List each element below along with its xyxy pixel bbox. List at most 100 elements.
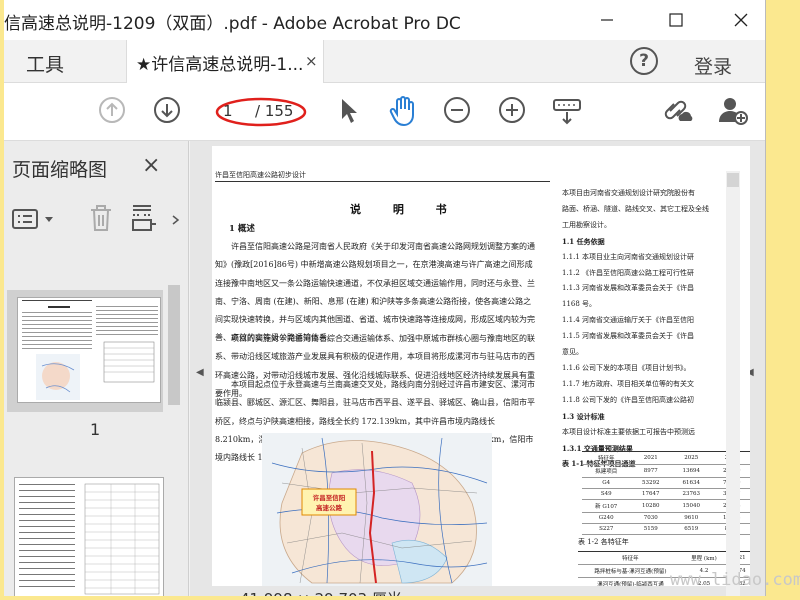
table-cell: 8977 <box>630 464 671 478</box>
acrobat-window: 信高速总说明-1209（双面）.pdf - Adobe Acrobat Pro … <box>4 0 766 596</box>
document-heading: 说 明 书 <box>350 203 461 216</box>
thumbnail-preview <box>22 300 158 400</box>
keyboard-scroll-icon[interactable] <box>552 97 582 127</box>
table-1: 特征年202120252030拟建项目89771369421529G453292… <box>582 451 750 535</box>
sidebar-close-button[interactable]: × <box>142 153 160 178</box>
minimize-button[interactable] <box>583 0 629 40</box>
thumbnail-page-2[interactable] <box>14 477 164 596</box>
right-column-line: 意见。 <box>562 348 583 357</box>
annotation-ellipse <box>215 97 307 127</box>
right-column-line: 1.1.3 河南省发展和改革委员会关于《许昌 <box>562 284 695 293</box>
window-title: 信高速总说明-1209（双面）.pdf - Adobe Acrobat Pro … <box>4 14 461 34</box>
table-header-cell: 里程 (km) <box>682 551 726 565</box>
table-header-row: 特征年里程 (km)2021 <box>578 551 750 565</box>
table-cell: G240 <box>582 512 631 524</box>
insert-pages-icon[interactable] <box>130 203 158 233</box>
section-heading: 1 概述 <box>229 224 255 234</box>
document-scroll-thumb[interactable] <box>727 173 739 187</box>
right-column-line: 路面、桥涵、隧道、路线交叉、其它工程及全线 <box>562 204 709 213</box>
table-cell: G4 <box>582 477 631 489</box>
table-cell: 10280 <box>630 499 671 513</box>
table-2-caption: 表 1-2 各特征年 <box>578 538 629 546</box>
page-dimensions: 41.998 × 29.703 厘米 <box>240 588 402 596</box>
pdf-page: 许昌至信阳高速公路初步设计 说 明 书 1 概述 许昌至信阳高速公路是河南省人民… <box>212 146 750 586</box>
table-cell: 拟建项目 <box>582 464 631 478</box>
sidebar-more-icon[interactable] <box>172 215 180 225</box>
previous-page-icon[interactable] <box>97 95 127 125</box>
table-header-cell: 特征年 <box>582 451 631 465</box>
next-page-icon[interactable] <box>152 95 182 125</box>
trash-icon[interactable] <box>88 203 114 233</box>
thumbnail-preview <box>19 483 160 595</box>
right-column-line: 1.1.8 公司下发的《许昌至信阳高速公路初 <box>562 395 695 404</box>
zoom-in-icon[interactable] <box>497 95 527 125</box>
page-header: 许昌至信阳高速公路初步设计 <box>215 171 306 179</box>
document-scrollbar[interactable] <box>726 171 740 596</box>
table-cell: 7030 <box>630 512 671 524</box>
table-cell: 15040 <box>670 499 712 513</box>
thumbnail-options-icon[interactable] <box>12 207 58 231</box>
close-icon <box>734 13 748 27</box>
table-header-cell: 特征年 <box>578 551 683 565</box>
table-row: S49176472376332357 <box>582 488 750 500</box>
route-map: 许昌至信阳 高速公路 <box>262 433 492 586</box>
map-route-label: 许昌至信阳 <box>313 493 346 502</box>
right-column-line: 1.1.6 公司下发的本项目《项目计划书》。 <box>562 363 691 372</box>
right-column-line: 1168 号。 <box>562 300 597 309</box>
right-column-line: 本项目由河南省交通规划设计研究院股份有 <box>562 189 695 197</box>
right-column-line: 1.1.5 河南省发展和改革委员会关于《许昌 <box>562 332 695 341</box>
table-row: 拟建项目89771369421529 <box>582 464 750 478</box>
link-cloud-icon[interactable] <box>660 95 694 127</box>
tab-close-button[interactable]: × <box>305 52 318 70</box>
thumbnail-selection[interactable] <box>7 290 163 412</box>
table-cell: 23763 <box>670 488 712 500</box>
header-divider <box>215 181 550 182</box>
watermark: www.lidao.com <box>670 570 800 590</box>
maximize-button[interactable] <box>652 0 698 40</box>
table-cell: 5159 <box>630 523 671 535</box>
table-cell: S49 <box>582 488 631 500</box>
page-thumbnails-panel: 页面缩略图 × 1 <box>4 141 189 596</box>
sidebar-scroll-thumb[interactable] <box>168 285 180 405</box>
table-cell: 路拌桩标与基-漯河互通(预留) <box>578 564 683 578</box>
table-cell: 17647 <box>630 488 671 500</box>
main-toolbar: 1 / 155 <box>4 83 765 141</box>
table-cell: 61634 <box>670 477 712 489</box>
sidebar-toolbar <box>4 199 188 239</box>
right-column-line: 本项目设计标准主要依据工可报告中预测远 <box>562 427 695 436</box>
table-cell: 13694 <box>670 464 712 478</box>
tab-tools[interactable]: 工具 <box>4 40 112 83</box>
right-column: 本项目由河南省交通规划设计研究院股份有路面、桥涵、隧道、路线交叉、其它工程及全线… <box>562 186 750 472</box>
login-button[interactable]: 登录 <box>694 52 732 79</box>
title-bar: 信高速总说明-1209（双面）.pdf - Adobe Acrobat Pro … <box>4 0 765 40</box>
sidebar-scrollbar[interactable] <box>167 271 181 596</box>
hand-tool-icon[interactable] <box>388 95 418 127</box>
sidebar-title: 页面缩略图 <box>12 159 108 181</box>
table-row: G2407030961013233 <box>582 512 750 524</box>
table-row: G4532926163471569 <box>582 477 750 489</box>
add-user-icon[interactable] <box>717 95 751 127</box>
zoom-out-icon[interactable] <box>442 95 472 125</box>
table-row: 新 G107102801504023314 <box>582 499 750 513</box>
table-header-cell: 2021 <box>630 451 671 465</box>
help-button[interactable]: ? <box>630 47 658 75</box>
table-cell: 漯河互通(预留)-临颍西互通 <box>578 577 683 586</box>
table-header-cell: 2025 <box>670 451 712 465</box>
document-view: ◀ ◀ 许昌至信阳高速公路初步设计 说 明 书 1 概述 许昌至信阳高速公路是河… <box>190 141 765 596</box>
table-header-row: 特征年202120252030 <box>582 451 750 465</box>
close-window-button[interactable] <box>717 0 763 40</box>
right-column-line: 1.1 任务依据 <box>562 236 605 246</box>
thumbnail-page-1[interactable] <box>17 297 161 403</box>
tab-document[interactable]: ★许信高速总说明-1... × <box>126 40 324 84</box>
table-cell: 53292 <box>630 477 671 489</box>
select-cursor-icon[interactable] <box>336 96 360 126</box>
maximize-icon <box>669 13 683 27</box>
table-cell: 6519 <box>670 523 712 535</box>
right-column-line: 1.3 设计标准 <box>562 411 605 421</box>
left-panel-toggle-icon[interactable]: ◀ <box>196 367 204 378</box>
map-route-label: 高速公路 <box>316 503 343 512</box>
tab-document-label: ★许信高速总说明-1... <box>136 55 304 75</box>
right-column-line: 1.1.2 《许昌至信阳高速公路工程可行性研 <box>562 268 695 277</box>
tab-bar: 工具 ★许信高速总说明-1... × ? 登录 <box>4 40 765 84</box>
right-column-line: 工用勘察设计。 <box>562 220 611 229</box>
